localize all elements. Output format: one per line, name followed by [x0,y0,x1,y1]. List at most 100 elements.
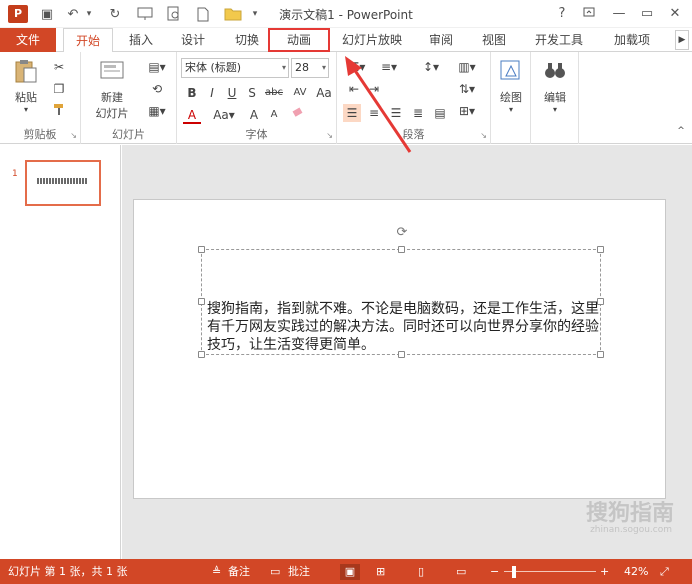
shadow-icon[interactable]: S [243,84,261,102]
new-slide-icon [100,61,124,79]
font-group-label: 字体 [245,128,268,141]
notes-button[interactable]: 备注 [228,564,250,580]
clipboard-launcher-icon[interactable]: ↘ [70,131,77,140]
paste-button[interactable]: 粘贴 ▾ [8,58,44,114]
new-slide-button[interactable]: 新建 幻灯片 [89,58,135,121]
slide-body-text[interactable]: 搜狗指南，指到就不难。不论是电脑数码，还是工作生活，这里有千万网友实践过的解决方… [207,300,599,354]
slide-thumbnail[interactable] [25,160,101,206]
font-size-value: 28 [295,61,309,74]
change-case-icon[interactable]: Aa [315,84,333,102]
tab-insert[interactable]: 插入 [118,28,164,52]
italic-icon[interactable]: I [203,84,221,102]
collapse-ribbon-icon[interactable]: ^ [672,122,690,140]
editing-button[interactable]: 编辑 ▾ [537,58,573,114]
reading-view-icon[interactable]: ▯ [418,564,424,580]
slide-canvas[interactable]: ⟳ 搜狗指南，指到就不难。不论是电脑数码，还是工作生活，这里有千万网友实践过的解… [133,199,666,499]
tab-transitions[interactable]: 切换 [224,28,270,52]
ribbon-display-icon[interactable] [578,4,600,24]
font-name-select[interactable]: 宋体 (标题) ▾ [181,58,289,78]
decrease-indent-icon[interactable]: ⇤ [345,80,363,98]
font-size-select[interactable]: 28 ▾ [291,58,329,78]
watermark-url: zhinan.sogou.com [590,525,672,535]
align-right-icon[interactable]: ☰ [387,104,405,122]
align-left-icon[interactable]: ☰ [343,104,361,122]
chevron-down-icon: ▾ [321,63,326,72]
slide-thumbnail-pane: 1 [0,145,121,559]
line-spacing-icon[interactable]: ↕▾ [417,58,445,76]
decrease-font-icon[interactable]: A [265,106,283,124]
minimize-button[interactable]: — [608,4,630,24]
strikethrough-icon[interactable]: abc [263,84,285,102]
section-icon[interactable]: ▦▾ [143,102,171,120]
paragraph-launcher-icon[interactable]: ↘ [480,131,487,140]
tab-file[interactable]: 文件 [0,28,56,52]
slide-number: 1 [12,169,18,179]
comments-button[interactable]: 批注 [288,564,310,580]
zoom-level[interactable]: 42% [624,564,648,580]
tab-addins[interactable]: 加载项 [600,28,664,52]
font-launcher-icon[interactable]: ↘ [326,131,333,140]
maximize-button[interactable]: ▭ [636,4,658,24]
new-slide-label-2: 幻灯片 [95,107,129,120]
editing-dropdown-icon: ▾ [552,105,557,114]
new-slide-label-1: 新建 [101,91,123,104]
clipboard-group-label: 剪贴板 [23,128,57,141]
tab-developer[interactable]: 开发工具 [526,28,592,52]
justify-icon[interactable]: ≣ [409,104,427,122]
scroll-right-icon[interactable]: ▶ [675,30,689,50]
character-spacing-icon[interactable]: AV [289,84,311,102]
bullets-icon[interactable]: ☰▾ [343,58,371,76]
resize-handle[interactable] [398,246,405,253]
zoom-slider-thumb[interactable] [512,566,516,578]
normal-view-icon[interactable]: ▣ [340,564,360,580]
resize-handle[interactable] [198,298,205,305]
help-button[interactable]: ? [551,4,573,24]
drawing-button[interactable]: 绘图 ▾ [495,58,527,114]
tab-home[interactable]: 开始 [63,28,113,53]
tab-view[interactable]: 视图 [470,28,518,52]
text-placeholder[interactable]: ⟳ 搜狗指南，指到就不难。不论是电脑数码，还是工作生活，这里有千万网友实践过的解… [198,226,604,358]
font-color-icon[interactable]: A [183,106,201,124]
underline-icon[interactable]: U [223,84,241,102]
clipboard-group: 粘贴 ▾ ✂ ❐ 剪贴板 ↘ [0,52,81,144]
zoom-out-icon[interactable]: − [490,564,499,580]
paragraph-group-label: 段落 [402,128,425,141]
format-painter-icon[interactable] [50,102,68,120]
tab-animations[interactable]: 动画 [268,28,330,52]
resize-handle[interactable] [198,351,205,358]
change-case-icon[interactable]: Aa▾ [211,106,237,124]
notes-icon[interactable]: ≜ [212,564,221,580]
close-button[interactable]: ✕ [664,4,686,24]
resize-handle[interactable] [597,246,604,253]
paste-dropdown-icon[interactable]: ▾ [8,105,44,114]
distributed-icon[interactable]: ▤ [431,104,449,122]
paste-icon [15,60,37,83]
layout-icon[interactable]: ▤▾ [143,58,171,76]
increase-indent-icon[interactable]: ⇥ [365,80,383,98]
zoom-slider[interactable] [504,571,596,572]
copy-icon[interactable]: ❐ [50,80,68,98]
zoom-in-icon[interactable]: + [600,564,609,580]
slideshow-icon[interactable]: ▭ [456,564,466,580]
cut-icon[interactable]: ✂ [50,58,68,76]
ribbon-tabs: 文件 开始 插入 设计 切换 动画 幻灯片放映 审阅 视图 开发工具 加载项 ▶ [0,28,692,53]
resize-handle[interactable] [198,246,205,253]
increase-font-icon[interactable]: A [245,106,263,124]
comments-icon[interactable]: ▭ [270,564,280,580]
clear-formatting-icon[interactable] [289,106,307,124]
slide-editor: ⟳ 搜狗指南，指到就不难。不论是电脑数码，还是工作生活，这里有千万网友实践过的解… [122,145,692,559]
tab-review[interactable]: 审阅 [416,28,466,52]
slides-group: 新建 幻灯片 ▤▾ ⟲ ▦▾ 幻灯片 [81,52,177,144]
tab-design[interactable]: 设计 [170,28,216,52]
columns-icon[interactable]: ▥▾ [453,58,481,76]
bold-icon[interactable]: B [183,84,201,102]
smartart-icon[interactable]: ⊞▾ [453,102,481,120]
numbering-icon[interactable]: ≡▾ [375,58,403,76]
fit-slide-icon[interactable]: ⤢ [660,564,669,580]
reset-icon[interactable]: ⟲ [143,80,171,98]
align-center-icon[interactable]: ≡ [365,104,383,122]
tab-slideshow[interactable]: 幻灯片放映 [336,28,408,52]
slide-sorter-icon[interactable]: ⊞ [376,564,385,580]
text-direction-icon[interactable]: ⇅▾ [453,80,481,98]
rotate-handle-icon[interactable]: ⟳ [395,226,409,240]
